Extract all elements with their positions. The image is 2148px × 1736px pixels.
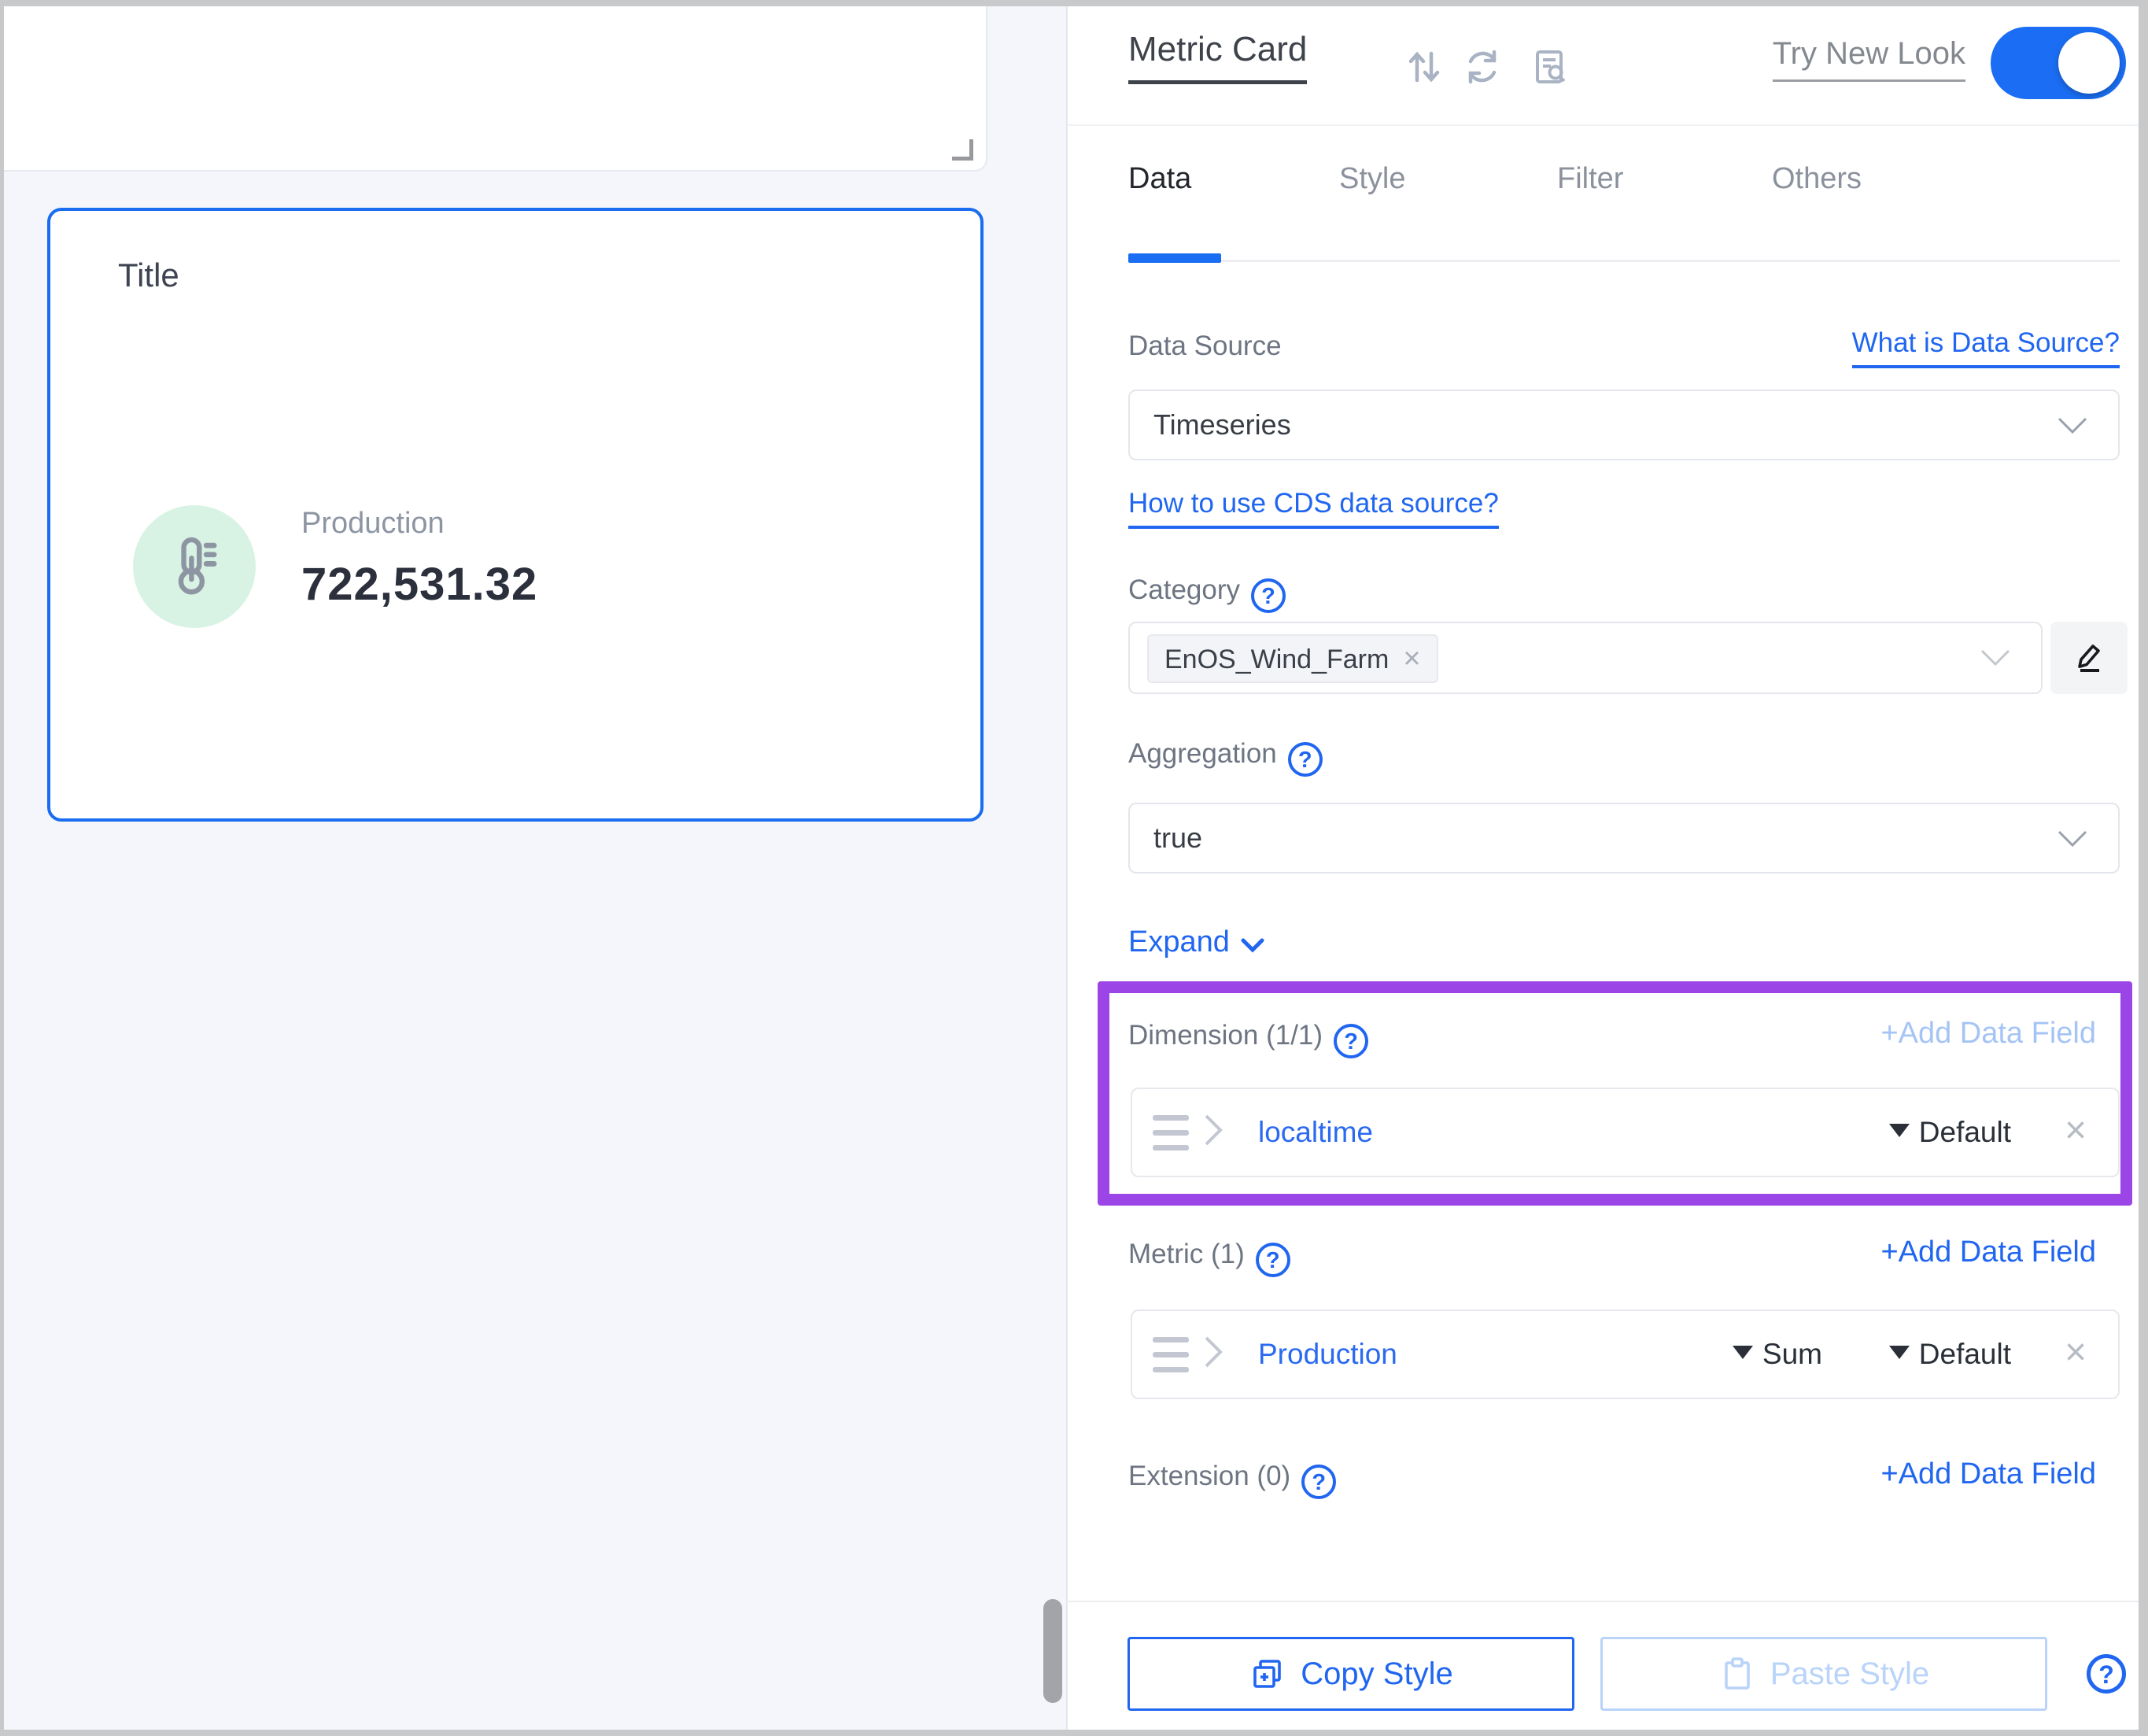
copy-style-label: Copy Style: [1301, 1657, 1452, 1692]
metric-label: Metric (1): [1128, 1239, 1290, 1277]
metric-aggregator-dropdown[interactable]: Sum: [1733, 1311, 1822, 1398]
empty-widget[interactable]: [4, 6, 987, 172]
resize-handle-icon[interactable]: [952, 139, 973, 161]
remove-dimension-icon[interactable]: [2065, 1089, 2087, 1173]
tab-others[interactable]: Others: [1772, 162, 1862, 196]
paste-icon: [1718, 1655, 1756, 1693]
extension-help-icon[interactable]: [1301, 1465, 1336, 1499]
thermometer-icon: [133, 505, 256, 628]
footer-help-icon[interactable]: [2087, 1654, 2126, 1694]
try-new-look-link[interactable]: Try New Look: [1773, 36, 1965, 82]
toggle-knob: [2058, 32, 2120, 94]
settings-panel: Metric Card Try New Look: [1066, 6, 2139, 1730]
copy-icon: [1249, 1655, 1286, 1693]
card-metric-block: Production 722,531.32: [133, 505, 537, 628]
dimension-help-icon[interactable]: [1334, 1024, 1368, 1058]
extension-label-text: Extension (0): [1128, 1461, 1290, 1491]
drag-handle-icon[interactable]: [1153, 1333, 1231, 1379]
add-metric-field-button[interactable]: +Add Data Field: [1880, 1236, 2096, 1269]
tab-filter[interactable]: Filter: [1557, 162, 1623, 196]
category-tag: EnOS_Wind_Farm ×: [1147, 634, 1438, 683]
new-look-toggle[interactable]: [1991, 27, 2126, 99]
expand-chevron-icon: [1241, 938, 1264, 954]
category-label: Category: [1128, 574, 1286, 613]
active-tab-indicator: [1128, 253, 1221, 263]
sort-icon[interactable]: [1404, 47, 1444, 87]
drag-bars: [1153, 1337, 1189, 1382]
data-source-select[interactable]: Timeseries: [1128, 390, 2120, 460]
category-help-icon[interactable]: [1251, 578, 1286, 613]
remove-metric-icon[interactable]: [2065, 1311, 2087, 1394]
data-source-label: Data Source: [1128, 331, 1282, 362]
chevron-down-icon: [1980, 648, 2011, 667]
dimension-field-row[interactable]: localtime Default: [1131, 1088, 2120, 1177]
what-is-data-source-link[interactable]: What is Data Source?: [1852, 327, 2120, 368]
edit-category-button[interactable]: [2050, 622, 2128, 694]
aggregation-label: Aggregation: [1128, 738, 1323, 777]
footer-divider: [1068, 1601, 2139, 1602]
card-metric-texts: Production 722,531.32: [301, 505, 537, 611]
aggregation-label-text: Aggregation: [1128, 738, 1277, 769]
add-extension-field-button[interactable]: +Add Data Field: [1880, 1457, 2096, 1491]
category-label-text: Category: [1128, 574, 1240, 605]
extension-label: Extension (0): [1128, 1461, 1336, 1499]
dashboard-canvas: Title: [4, 6, 1066, 1730]
card-metric-label: Production: [301, 507, 537, 541]
chevron-down-icon: [2057, 416, 2088, 435]
metric-help-icon[interactable]: [1256, 1243, 1290, 1277]
dimension-label: Dimension (1/1): [1128, 1020, 1368, 1058]
metric-card-widget[interactable]: Title: [47, 208, 984, 822]
chevron-right-icon: [1201, 1111, 1225, 1153]
metric-default-dropdown[interactable]: Default: [1889, 1311, 2011, 1398]
metric-field-row[interactable]: Production Sum Default: [1131, 1309, 2120, 1399]
canvas-scrollbar[interactable]: [1043, 1599, 1062, 1703]
dimension-field-name[interactable]: localtime: [1258, 1089, 1373, 1176]
tab-track: [1128, 260, 2120, 262]
cds-help-link[interactable]: How to use CDS data source?: [1128, 488, 1499, 529]
chevron-down-icon: [2057, 829, 2088, 848]
header-divider: [1068, 124, 2139, 126]
paste-style-button[interactable]: Paste Style: [1600, 1637, 2047, 1711]
aggregation-help-icon[interactable]: [1288, 742, 1323, 777]
metric-label-text: Metric (1): [1128, 1239, 1245, 1269]
aggregation-value: true: [1153, 804, 1202, 872]
card-metric-value: 722,531.32: [301, 558, 537, 611]
category-tag-text: EnOS_Wind_Farm: [1164, 645, 1389, 674]
metric-field-name[interactable]: Production: [1258, 1311, 1397, 1398]
tab-style[interactable]: Style: [1339, 162, 1405, 196]
expand-link[interactable]: Expand: [1128, 925, 1264, 959]
tab-data[interactable]: Data: [1128, 162, 1191, 196]
tag-remove-icon[interactable]: ×: [1403, 642, 1420, 675]
add-dimension-field-button[interactable]: +Add Data Field: [1880, 1017, 2096, 1051]
app-window: Title: [4, 6, 2139, 1730]
drag-handle-icon[interactable]: [1153, 1111, 1231, 1157]
panel-title: Metric Card: [1128, 30, 1307, 84]
data-source-value: Timeseries: [1153, 391, 1291, 459]
data-query-icon[interactable]: [1530, 47, 1570, 87]
card-title: Title: [118, 257, 179, 294]
copy-style-button[interactable]: Copy Style: [1128, 1637, 1574, 1711]
dimension-label-text: Dimension (1/1): [1128, 1020, 1323, 1051]
aggregation-select[interactable]: true: [1128, 803, 2120, 874]
category-select[interactable]: EnOS_Wind_Farm ×: [1128, 622, 2043, 694]
dimension-default-dropdown[interactable]: Default: [1889, 1089, 2011, 1176]
expand-label: Expand: [1128, 925, 1230, 959]
refresh-icon[interactable]: [1463, 47, 1502, 87]
paste-style-label: Paste Style: [1770, 1657, 1929, 1692]
chevron-right-icon: [1201, 1333, 1225, 1375]
drag-bars: [1153, 1115, 1189, 1160]
